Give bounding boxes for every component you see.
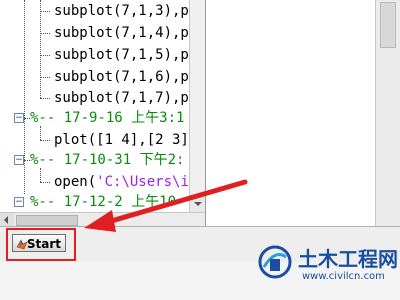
tree-guide-line [40, 33, 50, 34]
site-logo-icon [258, 245, 292, 279]
collapse-toggle-icon[interactable]: − [14, 113, 24, 123]
history-horizontal-scrollbar[interactable] [0, 212, 205, 227]
tree-guide-line [40, 77, 50, 78]
tree-guide-line [24, 0, 25, 194]
tree-guide-line [40, 182, 50, 183]
history-session-row[interactable]: %-- 17-9-16 上午3:1 [30, 107, 184, 129]
collapse-toggle-icon[interactable]: − [14, 155, 24, 165]
session-timestamp: %-- 17-12-2 上午10 [30, 194, 177, 210]
matlab-logo-icon [16, 239, 28, 250]
history-session-row[interactable]: %-- 17-12-2 上午10 [30, 191, 176, 212]
history-command-row[interactable]: plot([1 4],[2 3] [54, 129, 189, 151]
command-string-literal: 'C:\Users\i [96, 174, 189, 190]
start-button[interactable]: Start [12, 234, 66, 252]
command-text: open( [54, 174, 97, 190]
tree-guide-line [40, 98, 50, 99]
session-timestamp: %-- 17-10-31 下午2: [30, 152, 185, 168]
tree-guide-line [40, 0, 41, 98]
history-command-row[interactable]: subplot(7,1,7),p [54, 87, 189, 109]
adjacent-pane [205, 0, 376, 262]
history-command-row[interactable]: subplot(7,1,3),p [54, 0, 189, 22]
watermark-site-name: 土木工程网 [298, 247, 398, 271]
scroll-down-arrow-icon[interactable] [190, 195, 205, 212]
history-command-row[interactable]: subplot(7,1,5),p [54, 44, 189, 66]
tree-guide-line [40, 55, 50, 56]
right-vertical-scrollbar[interactable] [375, 0, 400, 262]
vertical-scroll-thumb[interactable] [380, 2, 396, 48]
history-command-row[interactable]: subplot(7,1,4),p [54, 22, 189, 44]
watermark: 土木工程网 www.civilcn.com [258, 237, 400, 300]
start-button-label: Start [26, 237, 61, 251]
command-history-panel[interactable]: subplot(7,1,3),p subplot(7,1,4),p subplo… [0, 0, 205, 212]
watermark-url: www.civilcn.com [302, 271, 385, 282]
horizontal-scroll-thumb[interactable] [16, 215, 78, 226]
history-vertical-scrollbar[interactable] [189, 0, 205, 212]
scroll-left-arrow-icon[interactable] [0, 213, 14, 227]
history-command-row[interactable]: open('C:\Users\i [54, 171, 189, 193]
history-command-row[interactable]: subplot(7,1,6),p [54, 66, 189, 88]
tree-guide-line [40, 140, 50, 141]
history-session-row[interactable]: %-- 17-10-31 下午2: [30, 149, 184, 171]
session-timestamp: %-- 17-9-16 上午3:1 [30, 110, 185, 126]
collapse-toggle-icon[interactable]: − [14, 197, 24, 207]
tree-guide-line [40, 11, 50, 12]
